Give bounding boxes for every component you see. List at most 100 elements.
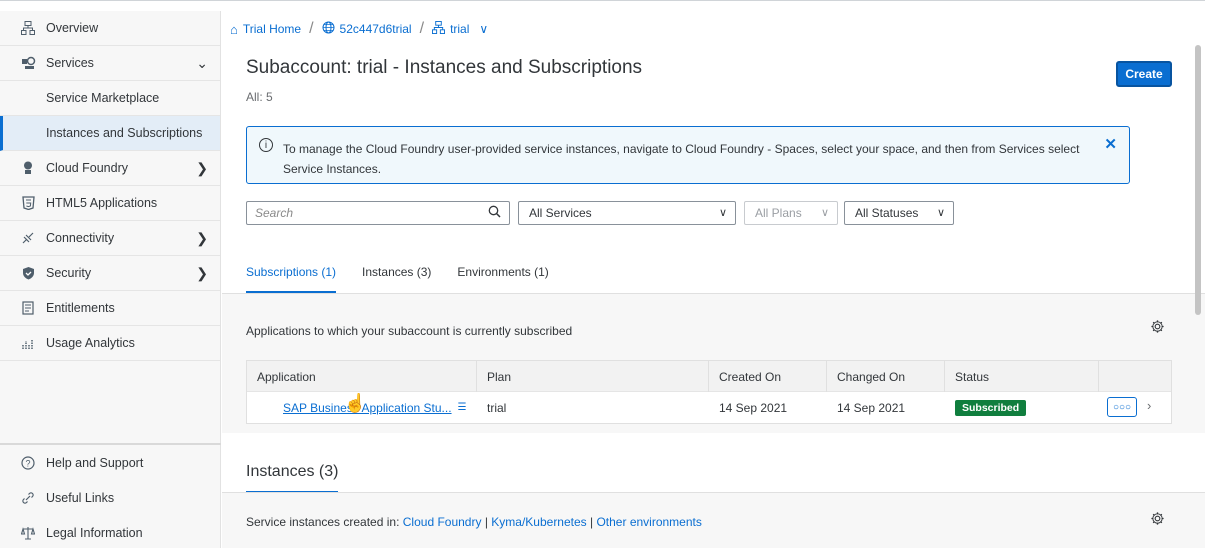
legal-icon bbox=[20, 525, 36, 541]
search-input[interactable]: Search bbox=[246, 201, 510, 225]
sidebar-item-cloud-foundry[interactable]: Cloud Foundry ❯ bbox=[0, 151, 220, 186]
status-cell: Subscribed bbox=[945, 392, 1099, 423]
table-row[interactable]: SAP Business Application Stu... ☰ trial … bbox=[247, 392, 1171, 423]
subscriptions-description: Applications to which your subaccount is… bbox=[246, 324, 573, 338]
statuses-select[interactable]: All Statuses ∨ bbox=[844, 201, 954, 225]
breadcrumb-home[interactable]: Trial Home bbox=[243, 22, 301, 36]
column-header-application: Application bbox=[247, 361, 477, 392]
link-other-environments[interactable]: Other environments bbox=[596, 515, 701, 529]
sidebar-item-label: Instances and Subscriptions bbox=[46, 126, 203, 140]
sidebar-item-services[interactable]: Services ⌄ bbox=[0, 46, 220, 81]
chevron-down-icon[interactable]: ∨ bbox=[479, 22, 488, 36]
tab-environments[interactable]: Environments (1) bbox=[457, 265, 548, 293]
home-icon: ⌂ bbox=[230, 21, 238, 37]
app-frame: Overview Services ⌄ Service Marketplace … bbox=[0, 0, 1205, 548]
instances-panel: Service instances created in: Cloud Foun… bbox=[222, 493, 1205, 548]
services-icon bbox=[20, 55, 36, 71]
sidebar-item-entitlements[interactable]: Entitlements bbox=[0, 291, 220, 326]
sidebar-item-label: Connectivity bbox=[46, 231, 115, 245]
chevron-down-icon[interactable]: ⌄ bbox=[196, 55, 208, 72]
sidebar-item-service-marketplace[interactable]: Service Marketplace bbox=[0, 81, 220, 116]
tab-instances[interactable]: Instances (3) bbox=[362, 265, 431, 293]
sidebar-footer: ? Help and Support Useful Links Legal In… bbox=[0, 443, 221, 550]
main-content: ⌂ Trial Home / 52c447d6trial / trial ∨ S… bbox=[222, 11, 1205, 548]
chevron-down-icon: ∨ bbox=[718, 207, 727, 219]
application-cell: SAP Business Application Stu... ☰ bbox=[273, 392, 479, 423]
instances-prefix: Service instances created in: bbox=[246, 515, 400, 529]
plans-select: All Plans ∨ bbox=[744, 201, 838, 225]
sidebar-item-label: Overview bbox=[46, 21, 99, 35]
help-icon: ? bbox=[20, 455, 36, 471]
hierarchy-icon bbox=[20, 20, 36, 36]
chevron-right-icon[interactable]: › bbox=[1147, 398, 1151, 413]
close-icon[interactable]: ✕ bbox=[1104, 135, 1117, 153]
sidebar-item-overview[interactable]: Overview bbox=[0, 11, 220, 46]
subscriptions-panel: Applications to which your subaccount is… bbox=[222, 293, 1205, 433]
chevron-down-icon: ∨ bbox=[820, 207, 829, 219]
sidebar-item-help[interactable]: ? Help and Support bbox=[0, 445, 221, 480]
info-message-strip: i To manage the Cloud Foundry user-provi… bbox=[246, 126, 1130, 184]
application-link[interactable]: SAP Business Application Stu... bbox=[283, 401, 452, 415]
globe-icon bbox=[322, 21, 335, 37]
analytics-icon bbox=[20, 335, 36, 351]
tab-bar: Subscriptions (1) Instances (3) Environm… bbox=[246, 265, 575, 293]
breadcrumb: ⌂ Trial Home / 52c447d6trial / trial ∨ bbox=[230, 17, 488, 41]
table-header-row: Application Plan Created On Changed On S… bbox=[247, 361, 1171, 392]
sidebar-item-security[interactable]: Security ❯ bbox=[0, 256, 220, 291]
hierarchy-icon bbox=[432, 21, 446, 37]
plan-cell: trial bbox=[487, 400, 507, 415]
chevron-right-icon[interactable]: ❯ bbox=[196, 265, 208, 282]
vertical-scrollbar[interactable] bbox=[1195, 45, 1201, 315]
sidebar-item-label: Services bbox=[46, 56, 94, 70]
create-button[interactable]: Create bbox=[1116, 61, 1172, 87]
column-header-changed: Changed On bbox=[827, 361, 945, 392]
breadcrumb-account[interactable]: 52c447d6trial bbox=[340, 22, 412, 36]
sidebar: Overview Services ⌄ Service Marketplace … bbox=[0, 11, 221, 548]
select-value: All Plans bbox=[755, 206, 802, 220]
tab-subscriptions[interactable]: Subscriptions (1) bbox=[246, 265, 337, 293]
breadcrumb-separator: / bbox=[309, 20, 314, 37]
sidebar-item-instances-subscriptions[interactable]: Instances and Subscriptions bbox=[0, 116, 220, 151]
item-count: All: 5 bbox=[246, 90, 273, 104]
sidebar-item-useful-links[interactable]: Useful Links bbox=[0, 480, 221, 515]
search-icon[interactable] bbox=[488, 205, 501, 221]
select-value: All Services bbox=[529, 206, 592, 220]
sidebar-item-html5[interactable]: HTML5 Applications bbox=[0, 186, 220, 221]
subscriptions-table: Application Plan Created On Changed On S… bbox=[246, 360, 1172, 424]
sidebar-item-label: Legal Information bbox=[46, 525, 143, 540]
entitlements-icon bbox=[20, 300, 36, 316]
html5-icon bbox=[20, 195, 36, 211]
more-actions-button[interactable]: ○○○ bbox=[1107, 397, 1137, 417]
cloud-foundry-icon bbox=[20, 160, 36, 176]
gear-icon[interactable] bbox=[1150, 511, 1165, 531]
column-header-created: Created On bbox=[709, 361, 827, 392]
column-header-plan: Plan bbox=[477, 361, 709, 392]
created-cell: 14 Sep 2021 bbox=[719, 400, 788, 415]
select-value: All Statuses bbox=[855, 206, 919, 220]
chevron-right-icon[interactable]: ❯ bbox=[196, 230, 208, 247]
sidebar-item-label: Cloud Foundry bbox=[46, 161, 128, 175]
app-type-icon: ☰ bbox=[457, 402, 467, 413]
breadcrumb-separator: / bbox=[419, 20, 425, 37]
sidebar-item-label: Usage Analytics bbox=[46, 336, 135, 350]
changed-cell: 14 Sep 2021 bbox=[837, 400, 906, 415]
gear-icon[interactable] bbox=[1150, 319, 1165, 339]
sidebar-item-connectivity[interactable]: Connectivity ❯ bbox=[0, 221, 220, 256]
sidebar-item-usage-analytics[interactable]: Usage Analytics bbox=[0, 326, 220, 361]
svg-text:?: ? bbox=[25, 458, 30, 468]
link-kyma[interactable]: Kyma/Kubernetes bbox=[491, 515, 586, 529]
chevron-down-icon: ∨ bbox=[936, 207, 945, 219]
breadcrumb-subaccount[interactable]: trial bbox=[450, 22, 469, 36]
column-header-status: Status bbox=[945, 361, 1099, 392]
services-select[interactable]: All Services ∨ bbox=[518, 201, 736, 225]
sidebar-item-label: HTML5 Applications bbox=[46, 196, 158, 210]
chevron-right-icon[interactable]: ❯ bbox=[196, 160, 208, 177]
status-badge: Subscribed bbox=[955, 399, 1027, 416]
connectivity-icon bbox=[20, 230, 36, 246]
instances-section-title: Instances (3) bbox=[246, 463, 339, 493]
link-cloud-foundry[interactable]: Cloud Foundry bbox=[403, 515, 482, 529]
sidebar-item-legal[interactable]: Legal Information bbox=[0, 515, 221, 550]
sidebar-item-label: Useful Links bbox=[46, 490, 115, 505]
instances-description: Service instances created in: Cloud Foun… bbox=[246, 515, 702, 529]
sidebar-item-label: Entitlements bbox=[46, 301, 115, 315]
